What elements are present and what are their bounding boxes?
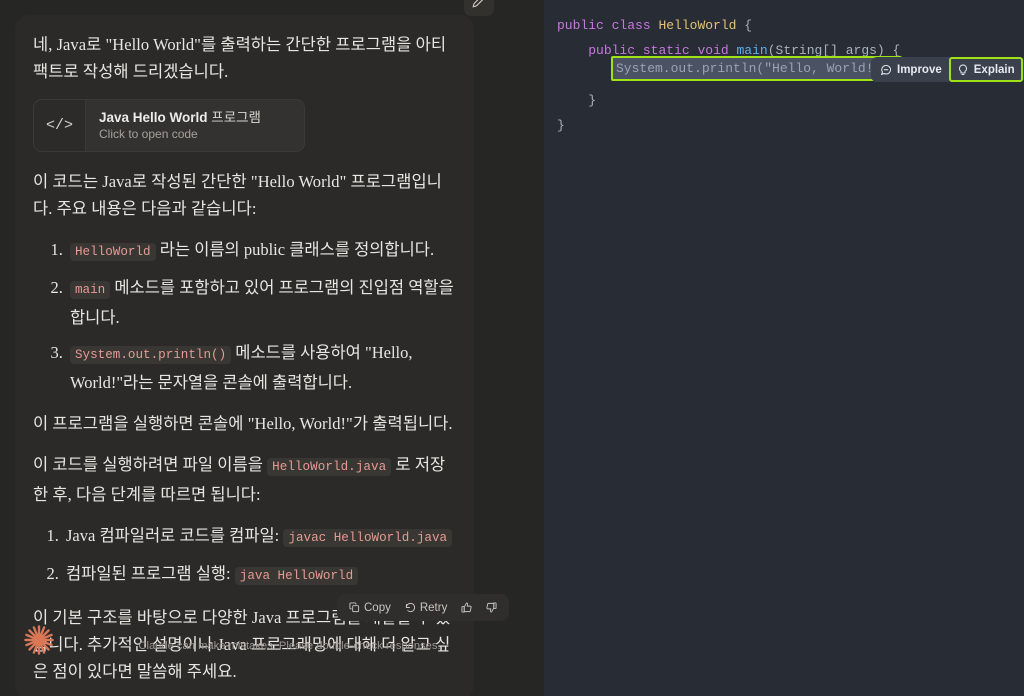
- artifact-title: Java Hello World 프로그램: [99, 109, 261, 126]
- code-token-keyword: class: [611, 18, 651, 33]
- copy-icon: [349, 602, 360, 613]
- artifact-title-bold: Java Hello World: [99, 110, 208, 125]
- explain-button[interactable]: Explain: [948, 57, 1023, 82]
- message-square-icon: [881, 64, 892, 75]
- paragraph-4-pre: 이 코드를 실행하려면 파일 이름을: [33, 455, 268, 474]
- list-item-text: Java 컴파일러로 코드를 컴파일:: [66, 526, 284, 545]
- list-item: HelloWorld 라는 이름의 public 클래스를 정의합니다.: [67, 236, 456, 266]
- inline-code: HelloWorld.java: [267, 458, 392, 476]
- inline-code: java HelloWorld: [234, 567, 359, 585]
- lightbulb-icon: [958, 64, 967, 75]
- inline-code: javac HelloWorld.java: [283, 529, 453, 547]
- retry-label: Retry: [419, 601, 448, 614]
- list-item: System.out.println() 메소드를 사용하여 "Hello, W…: [67, 339, 456, 396]
- explain-label: Explain: [973, 63, 1015, 76]
- improve-label: Improve: [897, 63, 942, 76]
- list-item: 컴파일된 프로그램 실행: java HelloWorld: [63, 560, 456, 590]
- code-token-brace: }: [588, 93, 597, 108]
- selected-code-text: System.out.println("Hello, World!");: [616, 61, 897, 76]
- list-item: main 메소드를 포함하고 있어 프로그램의 진입점 역할을 합니다.: [67, 274, 456, 331]
- artifact-title-rest: 프로그램: [207, 110, 261, 125]
- explanation-list: HelloWorld 라는 이름의 public 클래스를 정의합니다. mai…: [33, 236, 456, 396]
- selected-code-line-wrapper: System.out.println("Hello, World!");: [611, 56, 902, 81]
- message-action-bar: Copy Retry: [337, 594, 510, 621]
- list-item-text: 컴파일된 프로그램 실행:: [66, 564, 235, 583]
- retry-button[interactable]: Retry: [400, 599, 452, 617]
- code-token-brace: {: [744, 18, 753, 33]
- code-line-1: public class HelloWorld {: [557, 13, 1024, 38]
- message-paragraph-1: 네, Java로 "Hello World"를 출력하는 간단한 프로그램을 아…: [33, 35, 447, 81]
- code-token-class-name: HelloWorld: [658, 18, 737, 33]
- code-selection-actions: Improve Explain: [871, 57, 1024, 82]
- artifact-card[interactable]: </> Java Hello World 프로그램 Click to open …: [33, 99, 305, 152]
- claude-artifact-view: 네, Java로 "Hello World"를 출력하는 간단한 프로그램을 아…: [0, 0, 1024, 696]
- thumbs-up-icon: [461, 602, 472, 613]
- inline-code: main: [70, 281, 111, 299]
- message-paragraph-2: 이 코드는 Java로 작성된 간단한 "Hello World" 프로그램입니…: [33, 172, 442, 218]
- inline-code: System.out.println(): [70, 346, 232, 364]
- artifact-subtitle: Click to open code: [99, 127, 198, 141]
- list-item-text: 메소드를 포함하고 있어 프로그램의 진입점 역할을 합니다.: [70, 278, 454, 327]
- disclaimer-text: Claude can make mistakes. Please double-…: [138, 640, 441, 652]
- copy-button[interactable]: Copy: [344, 599, 396, 617]
- chat-panel: 네, Java로 "Hello World"를 출력하는 간단한 프로그램을 아…: [0, 0, 544, 696]
- list-item: Java 컴파일러로 코드를 컴파일: javac HelloWorld.jav…: [63, 522, 456, 552]
- improve-button[interactable]: Improve: [873, 59, 949, 80]
- pencil-edit-icon-button[interactable]: [464, 0, 494, 16]
- refresh-retry-icon: [405, 602, 415, 613]
- copy-label: Copy: [364, 601, 391, 614]
- code-artifact-panel: public class HelloWorld { public static …: [544, 0, 1024, 696]
- list-item-text: 라는 이름의 public 클래스를 정의합니다.: [155, 240, 435, 259]
- artifact-card-text: Java Hello World 프로그램 Click to open code: [86, 100, 261, 151]
- inline-code: HelloWorld: [70, 243, 156, 261]
- code-content: public class HelloWorld { public static …: [557, 13, 1024, 696]
- pencil-edit-icon: [472, 0, 484, 8]
- run-steps-list: Java 컴파일러로 코드를 컴파일: javac HelloWorld.jav…: [33, 522, 456, 590]
- thumbs-down-icon: [486, 602, 497, 613]
- message-paragraph-3: 이 프로그램을 실행하면 콘솔에 "Hello, World!"가 출력됩니다.: [33, 414, 453, 433]
- code-brackets-icon: </>: [34, 100, 86, 151]
- thumbs-up-button[interactable]: [456, 599, 477, 616]
- code-token-keyword: public: [557, 18, 604, 33]
- thumbs-down-button[interactable]: [481, 599, 502, 616]
- code-line-5: }: [557, 113, 1024, 138]
- code-token-brace: }: [557, 118, 565, 133]
- selected-code-line[interactable]: System.out.println("Hello, World!");: [611, 56, 902, 81]
- code-line-4: }: [557, 88, 1024, 113]
- message-paragraph-4: 이 코드를 실행하려면 파일 이름을 HelloWorld.java 로 저장한…: [33, 451, 456, 508]
